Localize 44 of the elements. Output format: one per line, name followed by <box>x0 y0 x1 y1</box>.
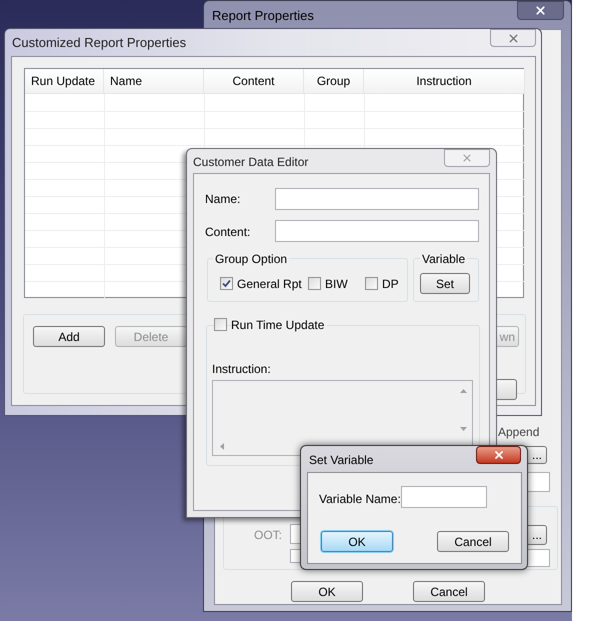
append-label: Append <box>498 425 540 439</box>
close-button[interactable] <box>476 446 521 464</box>
name-label: Name: <box>205 192 240 206</box>
window-title: Customized Report Properties <box>12 36 186 50</box>
scroll-left-icon <box>220 443 224 450</box>
ok-button[interactable]: OK <box>291 581 363 602</box>
close-button[interactable] <box>517 1 564 20</box>
checkbox[interactable] <box>308 277 321 290</box>
close-icon <box>492 449 504 461</box>
oot-label: OOT: <box>254 528 282 542</box>
instruction-label: Instruction: <box>212 362 271 376</box>
scroll-down-icon <box>460 427 467 431</box>
checkbox[interactable] <box>214 318 227 331</box>
close-icon <box>506 32 520 44</box>
checkbox-label: BIW <box>325 277 348 291</box>
column-header[interactable]: Name <box>104 69 204 94</box>
checkbox[interactable] <box>220 277 233 290</box>
checkbox-label: General Rpt <box>237 277 302 291</box>
close-icon <box>461 152 473 164</box>
name-field[interactable] <box>275 188 479 210</box>
close-icon <box>534 4 547 17</box>
checkbox[interactable] <box>365 277 378 290</box>
checkbox-label: DP <box>382 277 399 291</box>
column-header[interactable]: Group <box>304 69 364 94</box>
variable-title: Variable <box>420 252 468 266</box>
scroll-up-icon <box>460 389 467 393</box>
checkbox-label: Run Time Update <box>231 318 328 332</box>
column-header[interactable]: Content <box>204 69 304 94</box>
column-header[interactable]: Instruction <box>364 69 525 94</box>
group-title: Group Option <box>213 252 290 266</box>
content-label: Content: <box>205 225 250 239</box>
variable-name-field[interactable] <box>401 486 487 508</box>
content-field[interactable] <box>275 220 479 242</box>
checkmark-icon <box>222 279 231 288</box>
ok-button[interactable]: OK <box>321 531 393 552</box>
variable-name-label: Variable Name: <box>319 492 401 506</box>
window-title: Set Variable <box>309 453 374 467</box>
column-header[interactable]: Run Update <box>25 69 104 94</box>
window-title: Customer Data Editor <box>193 155 308 169</box>
cancel-button[interactable]: Cancel <box>437 531 509 552</box>
set-button[interactable]: Set <box>420 273 470 294</box>
add-button[interactable]: Add <box>33 326 105 347</box>
cancel-button[interactable]: Cancel <box>413 581 485 602</box>
window-title: Report Properties <box>212 9 314 23</box>
